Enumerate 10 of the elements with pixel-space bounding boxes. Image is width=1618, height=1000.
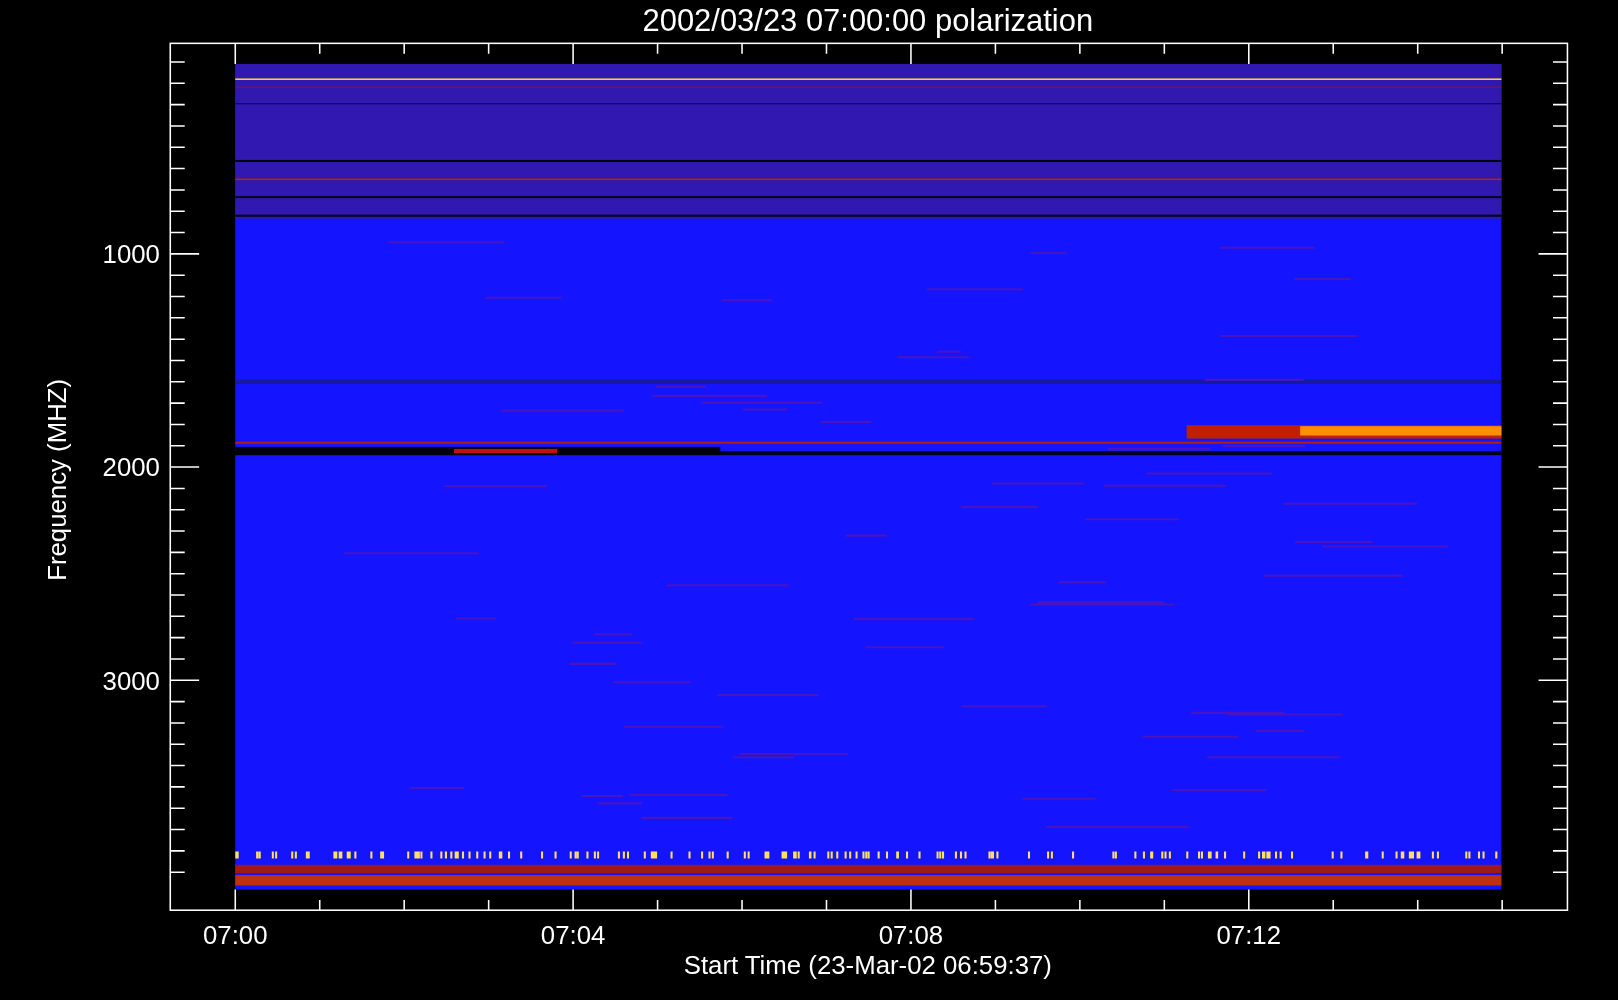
y-tick-label: 2000 — [102, 453, 160, 482]
x-tick-label: 07:00 — [203, 921, 268, 950]
x-tick-label: 07:12 — [1216, 921, 1282, 950]
chart-title: 2002/03/23 07:00:00 polarization — [642, 2, 1094, 38]
y-tick-label: 1000 — [102, 240, 160, 269]
y-tick-label: 3000 — [102, 666, 160, 695]
y-axis-title: Frequency (MHZ) — [43, 378, 72, 581]
x-tick-label: 07:08 — [878, 921, 944, 950]
x-axis-title: Start Time (23-Mar-02 06:59:37) — [683, 951, 1052, 980]
x-tick-label: 07:04 — [540, 921, 606, 950]
